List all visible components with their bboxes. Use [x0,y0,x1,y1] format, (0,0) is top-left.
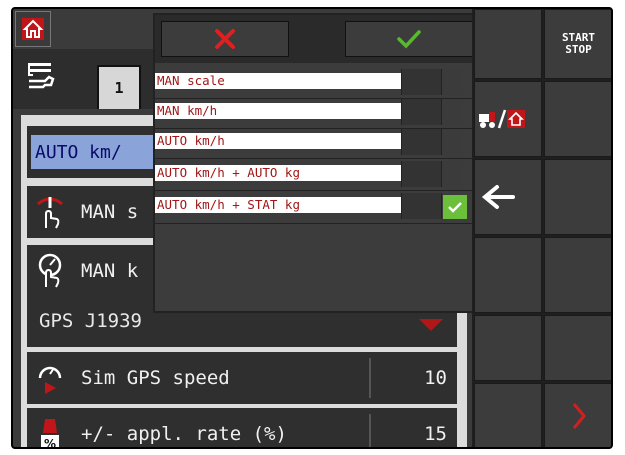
appl-rate-label: +/- appl. rate (%) [81,423,287,445]
speed-source-dialog: MAN scale MAN km/h AUTO km/h AUTO km/h +… [153,13,481,313]
appl-rate-row[interactable]: % +/- appl. rate (%) 15 [27,408,457,449]
sim-gps-speed-label: Sim GPS speed [81,367,230,389]
arrow-left-icon [481,185,515,209]
divider [155,190,479,191]
tractor-home-button[interactable] [474,81,542,157]
cancel-button[interactable] [161,21,289,57]
option-item-selected[interactable]: AUTO km/h + STAT kg [155,193,479,219]
option-cell [401,99,441,125]
softkey-11[interactable] [474,383,542,447]
man-kmh-label: MAN k [81,260,139,282]
softkey-6[interactable] [544,159,611,235]
gps-source-label: GPS J1939 [39,310,142,332]
dialog-header [155,15,479,63]
option-cell [401,193,441,219]
option-label: AUTO km/h + STAT kg [155,197,401,213]
softkey-4[interactable] [544,81,611,157]
weight-percent-icon: % [27,408,73,449]
option-item[interactable]: MAN km/h [155,99,479,125]
start-stop-button[interactable]: START STOP [544,9,611,79]
home-button[interactable] [15,11,51,47]
option-cell [441,69,463,95]
home-icon [22,18,44,40]
divider [155,223,479,224]
terminal-screen: 1 AUTO km/ MAN s MAN k GPS J1939 Sim GPS… [11,7,613,449]
svg-text:%: % [44,437,56,449]
option-item[interactable]: MAN scale [155,69,479,95]
softkey-sidebar: START STOP [472,9,611,447]
option-label: AUTO km/h [155,133,401,149]
option-cell [401,69,441,95]
divider [369,414,371,447]
option-cell [441,161,463,187]
man-scale-label: MAN s [81,201,139,223]
softkey-10[interactable] [544,315,611,381]
confirm-button[interactable] [345,21,473,57]
x-icon [215,29,235,49]
selected-checkbox[interactable] [443,195,467,219]
option-label: AUTO km/h + AUTO kg [155,165,401,181]
softkey-8[interactable] [544,237,611,313]
next-button[interactable] [544,383,611,447]
option-cell [441,99,463,125]
sim-gps-speed-row[interactable]: Sim GPS speed 10 [27,352,457,404]
softkey-9[interactable] [474,315,542,381]
option-item[interactable]: AUTO km/h + AUTO kg [155,161,479,187]
option-cell [441,129,463,155]
sim-gps-speed-value[interactable]: 10 [424,352,447,404]
option-cell [401,129,441,155]
checkmark-icon [448,202,462,213]
softkey-7[interactable] [474,237,542,313]
divider [155,158,479,159]
speedometer-play-icon [27,352,73,404]
checkmark-icon [397,30,421,49]
appl-rate-value[interactable]: 15 [424,408,447,447]
back-button[interactable] [474,159,542,235]
divider [369,358,371,398]
dropdown-arrow-icon[interactable] [419,319,443,331]
option-label: MAN scale [155,73,401,89]
main-panel: 1 AUTO km/ MAN s MAN k GPS J1939 Sim GPS… [13,9,481,449]
touch-speed-icon [27,245,73,297]
chevron-right-icon [572,403,586,429]
tab-1[interactable]: 1 [97,65,141,109]
option-cell [401,161,441,187]
softkey-1[interactable] [474,9,542,79]
tools-icon [28,63,55,89]
option-label: MAN km/h [155,103,401,119]
option-item[interactable]: AUTO km/h [155,129,479,155]
touch-scale-icon [27,186,73,238]
tractor-home-icon [479,109,525,129]
stop-label: STOP [565,43,592,56]
